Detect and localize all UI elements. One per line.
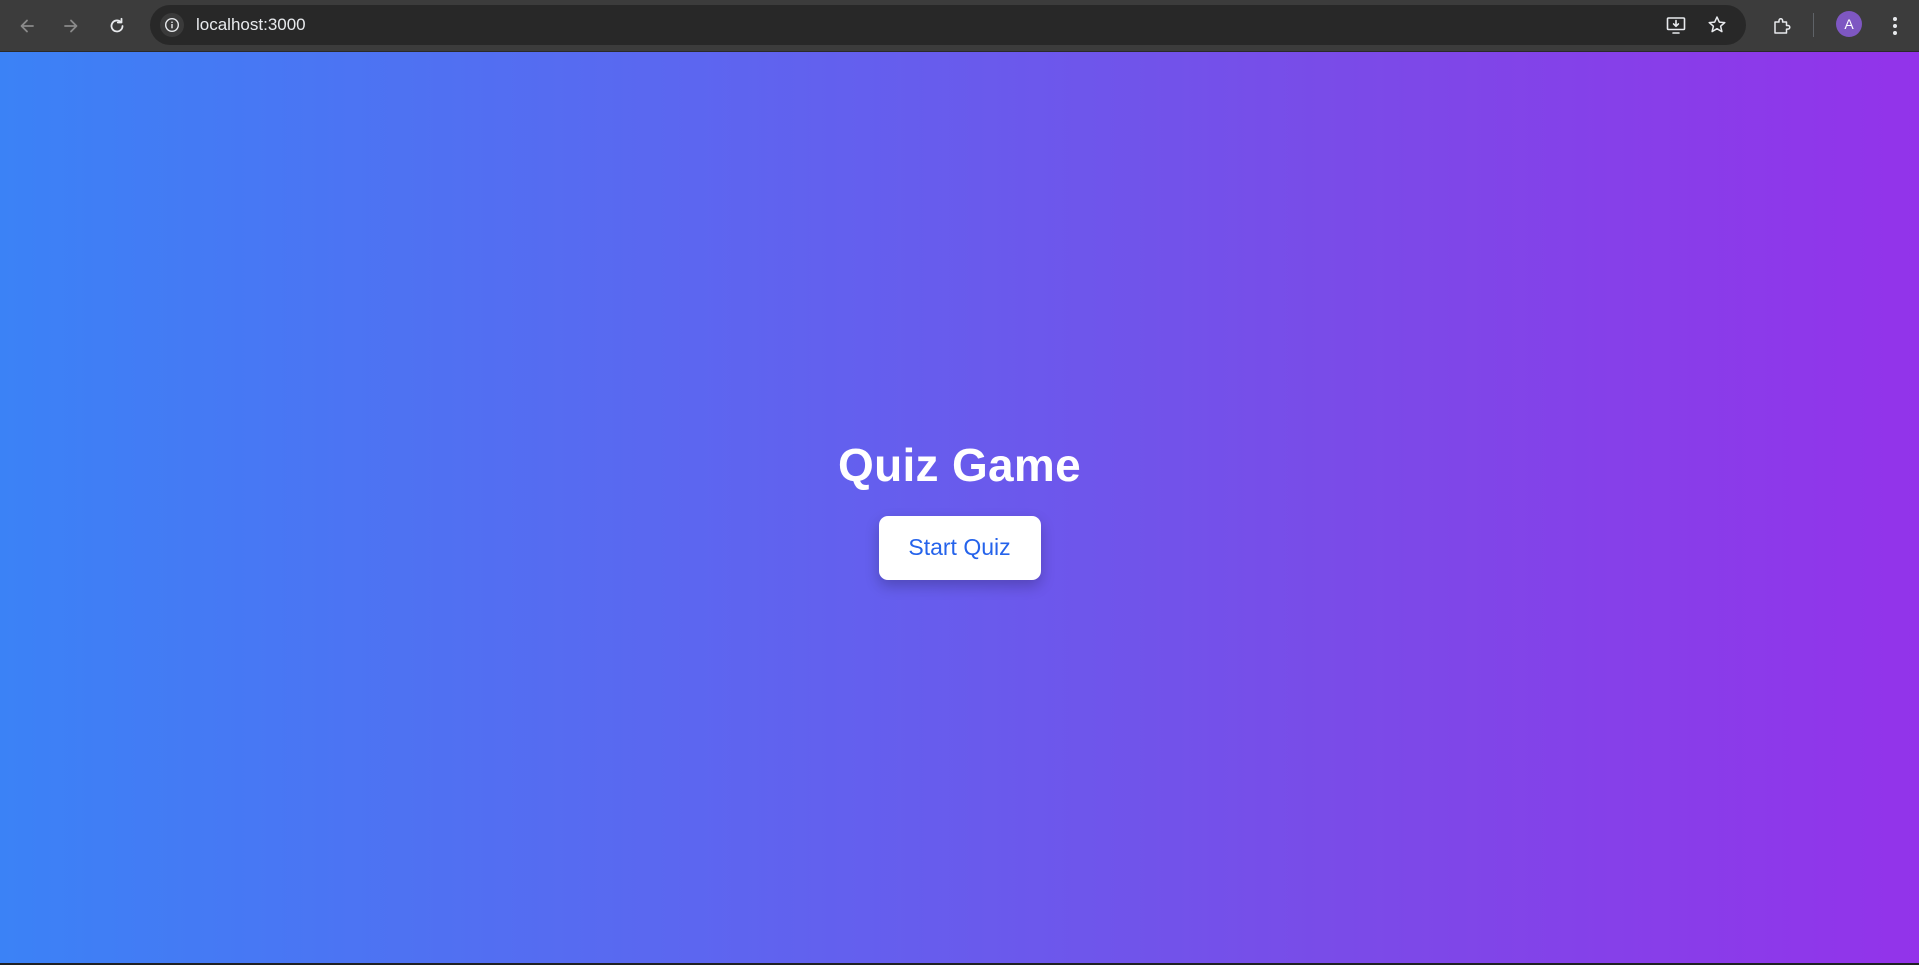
page-title: Quiz Game xyxy=(838,438,1081,491)
start-quiz-button[interactable]: Start Quiz xyxy=(878,515,1041,580)
page-content: Quiz Game Start Quiz xyxy=(0,52,1919,963)
url-text[interactable]: localhost:3000 xyxy=(196,5,306,45)
star-icon[interactable] xyxy=(1705,13,1729,37)
browser-toolbar: localhost:3000 A xyxy=(0,0,1919,52)
puzzle-icon[interactable] xyxy=(1766,10,1798,42)
reload-icon xyxy=(110,17,124,33)
back-arrow-icon xyxy=(20,19,34,33)
forward-button[interactable] xyxy=(53,8,89,44)
info-icon[interactable] xyxy=(160,13,184,37)
avatar[interactable]: A xyxy=(1836,11,1862,37)
address-bar[interactable]: localhost:3000 xyxy=(150,5,1746,45)
kebab-menu-icon[interactable] xyxy=(1879,10,1911,42)
reload-button[interactable] xyxy=(99,8,135,44)
toolbar-divider xyxy=(1813,13,1814,37)
back-button[interactable] xyxy=(9,8,45,44)
install-app-icon[interactable] xyxy=(1664,13,1688,37)
quiz-start-panel: Quiz Game Start Quiz xyxy=(0,52,1919,963)
forward-arrow-icon xyxy=(64,19,78,33)
